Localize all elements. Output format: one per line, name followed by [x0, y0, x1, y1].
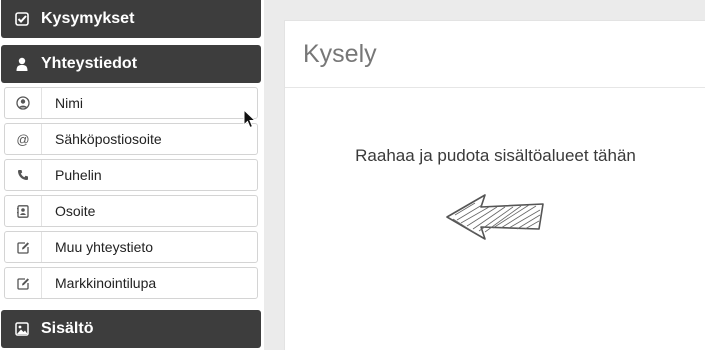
section-kysymykset-label: Kysymykset: [41, 10, 135, 27]
survey-panel[interactable]: Kysely Raahaa ja pudota sisältöalueet tä…: [284, 20, 705, 350]
address-card-icon: [5, 196, 42, 226]
section-kysymykset[interactable]: Kysymykset: [1, 0, 261, 38]
phone-icon: [5, 160, 42, 190]
drop-zone-hint: Raahaa ja pudota sisältöalueet tähän: [355, 146, 636, 165]
checkbox-icon: [15, 12, 29, 26]
field-item-label: Osoite: [55, 203, 96, 219]
field-item-label: Puhelin: [55, 167, 102, 183]
section-yhteystiedot[interactable]: Yhteystiedot: [1, 45, 261, 83]
mouse-cursor-icon: [243, 109, 257, 129]
field-item-label: Sähköpostiosoite: [55, 131, 162, 147]
arrow-left-icon: [446, 194, 544, 240]
field-item-nimi[interactable]: Nimi: [4, 87, 258, 119]
image-icon: [15, 322, 29, 336]
field-item-sahkopostiosoite[interactable]: @ Sähköpostiosoite: [4, 123, 258, 155]
edit-icon: [5, 232, 42, 262]
field-item-label: Markkinointilupa: [55, 275, 157, 291]
edit-icon: [5, 268, 42, 298]
section-sisalto-label: Sisältö: [41, 320, 94, 337]
at-icon: @: [5, 124, 42, 154]
field-item-muu-yhteystieto[interactable]: Muu yhteystieto: [4, 231, 258, 263]
section-yhteystiedot-label: Yhteystiedot: [41, 55, 138, 72]
field-item-markkinointilupa[interactable]: Markkinointilupa: [4, 267, 258, 299]
section-sisalto[interactable]: Sisältö: [1, 310, 261, 348]
field-item-label: Nimi: [55, 95, 83, 111]
user-circle-icon: [5, 88, 42, 118]
field-item-puhelin[interactable]: Puhelin: [4, 159, 258, 191]
page-title: Kysely: [303, 40, 377, 68]
field-item-osoite[interactable]: Osoite: [4, 195, 258, 227]
user-icon: [15, 57, 29, 71]
field-item-label: Muu yhteystieto: [55, 239, 154, 255]
sidebar: Kysymykset Yhteystiedot Nimi @ Sähköpost…: [0, 0, 264, 350]
divider: [285, 87, 705, 88]
